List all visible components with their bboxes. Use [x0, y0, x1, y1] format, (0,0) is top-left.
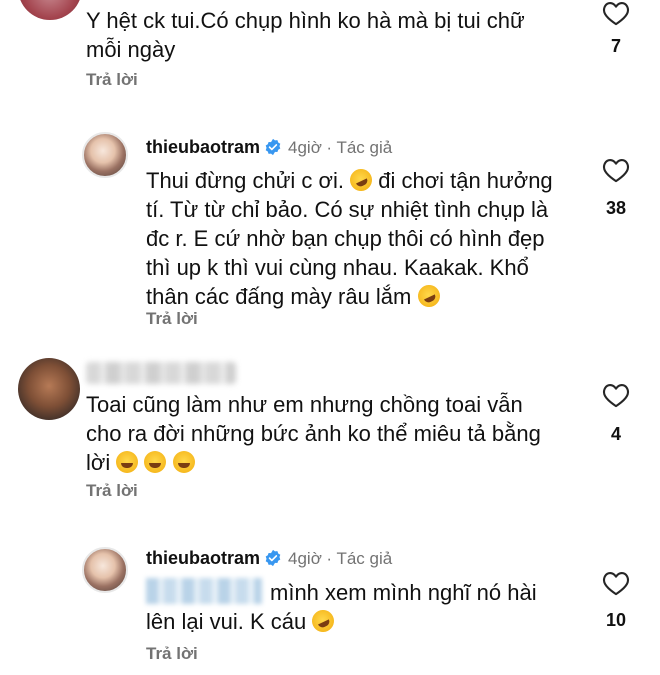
comment-line: đc r. E cứ nhờ bạn chụp thôi có hình đẹp	[146, 226, 545, 251]
comment-line-text: Thui đừng chửi c ơi.	[146, 168, 344, 193]
comment-line-text: lời	[86, 450, 111, 475]
author-avatar[interactable]	[82, 547, 128, 593]
comment-text: Y hệt ck tui.Có chụp hình ko hà mà bị tu…	[86, 6, 525, 64]
author-avatar[interactable]	[82, 132, 128, 178]
commenter-avatar[interactable]	[18, 358, 80, 420]
comment-line: lên lại vui. K cáu	[146, 606, 537, 636]
comment-line-text: đi chơi tận hưởng	[378, 168, 553, 193]
blurred-username	[86, 362, 236, 384]
comment-header: thieubaotram 4giờ · Tác giả	[146, 548, 392, 569]
comment-time: 4giờ	[288, 138, 322, 157]
username-link[interactable]: thieubaotram	[146, 548, 260, 568]
tears-of-joy-emoji	[116, 451, 139, 473]
like-count: 7	[610, 36, 621, 56]
heart-icon[interactable]	[602, 157, 630, 183]
author-label: Tác giả	[336, 549, 393, 568]
reply-button[interactable]: Trả lời	[86, 481, 138, 501]
comment-line: thân các đấng mày râu lắm	[146, 281, 553, 311]
like-count: 4	[610, 424, 621, 444]
tears-of-joy-emoji	[144, 451, 167, 473]
comment-time: 4giờ	[288, 549, 322, 568]
reply-button[interactable]: Trả lời	[146, 644, 198, 664]
reply-button[interactable]: Trả lời	[146, 309, 198, 329]
like-count: 38	[605, 198, 627, 218]
verified-badge-icon	[265, 138, 281, 156]
username-link[interactable]: thieubaotram	[146, 137, 260, 157]
verified-badge-icon	[265, 549, 281, 567]
comment-line: mỗi ngày	[86, 37, 176, 62]
heart-icon[interactable]	[602, 0, 630, 26]
comment-header: thieubaotram 4giờ · Tác giả	[146, 137, 392, 158]
separator-dot: ·	[326, 549, 332, 568]
separator-dot: ·	[326, 138, 332, 157]
comment-line-text: lên lại vui. K cáu	[146, 609, 307, 634]
rolling-on-floor-laughing-emoji	[346, 165, 376, 195]
tears-of-joy-emoji	[172, 451, 195, 473]
comment-line: tí. Từ từ chỉ bảo. Có sự nhiệt tình chụp…	[146, 197, 549, 222]
comment-line: lời	[86, 448, 541, 477]
rolling-on-floor-laughing-emoji	[308, 606, 338, 636]
heart-icon[interactable]	[602, 570, 630, 596]
comment-text: Thui đừng chửi c ơi. đi chơi tận hưởng t…	[146, 165, 553, 311]
rolling-on-floor-laughing-emoji	[413, 281, 444, 311]
comment-line: Y hệt ck tui.Có chụp hình ko hà mà bị tu…	[86, 8, 525, 33]
comment-line: mình xem mình nghĩ nó hài	[270, 580, 537, 605]
heart-icon[interactable]	[602, 382, 630, 408]
reply-button[interactable]: Trả lời	[86, 70, 138, 90]
comment-line: Toai cũng làm như em nhưng chồng toai vẫ…	[86, 392, 523, 417]
comment-line: cho ra đời những bức ảnh ko thể miêu tả …	[86, 421, 541, 446]
comment-text: Toai cũng làm như em nhưng chồng toai vẫ…	[86, 390, 541, 477]
commenter-avatar[interactable]	[18, 0, 82, 20]
comment-line-text: thân các đấng mày râu lắm	[146, 284, 412, 309]
comment-text: mình xem mình nghĩ nó hài lên lại vui. K…	[146, 578, 537, 636]
comment-line: Thui đừng chửi c ơi. đi chơi tận hưởng	[146, 165, 553, 195]
like-count: 10	[605, 610, 627, 630]
author-label: Tác giả	[336, 138, 393, 157]
comment-line: thì up k thì vui cùng nhau. Kaakak. Khổ	[146, 255, 529, 280]
